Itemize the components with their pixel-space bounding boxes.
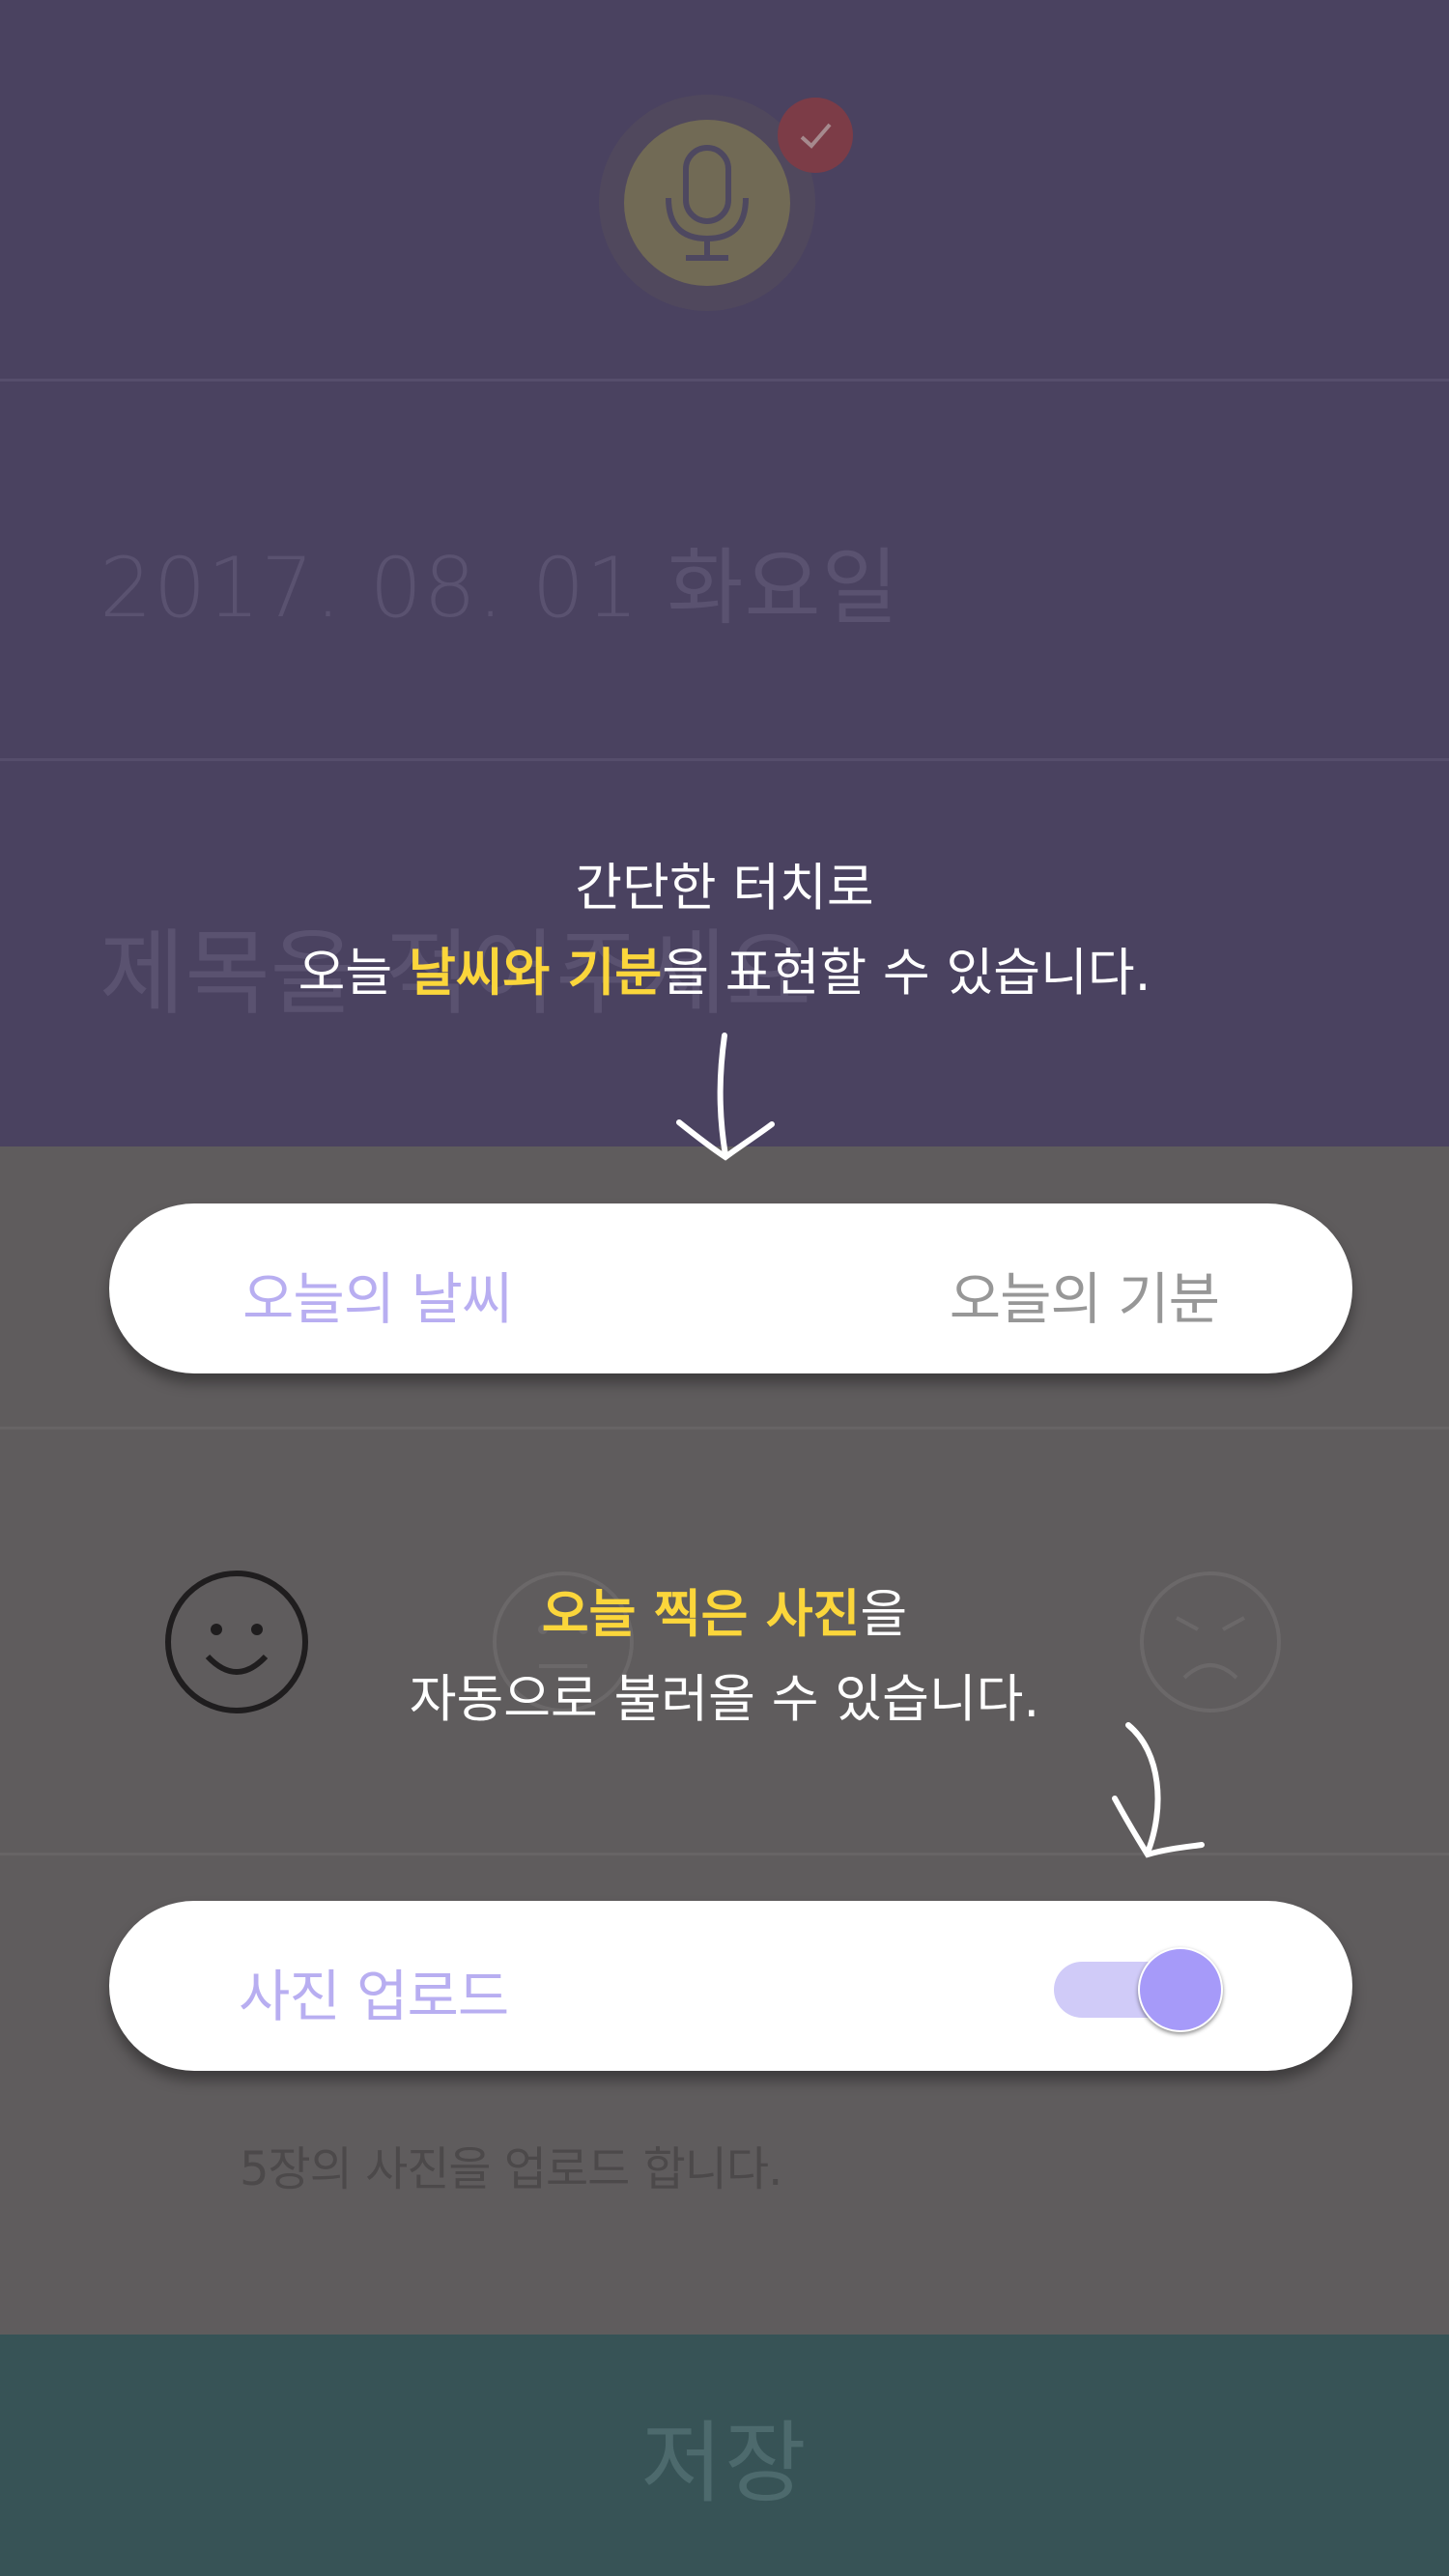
divider bbox=[0, 1853, 1449, 1855]
tab-mood[interactable]: 오늘의 기분 bbox=[950, 1254, 1220, 1335]
upload-note: 5장의 사진을 업로드 합니다. bbox=[240, 2142, 782, 2196]
coach-text: 오늘 bbox=[298, 944, 409, 1003]
toggle-knob[interactable] bbox=[1138, 1947, 1223, 2032]
coach-highlight: 오늘 찍은 사진 bbox=[541, 1585, 861, 1644]
microphone-icon bbox=[666, 145, 749, 261]
tab-weather[interactable]: 오늘의 날씨 bbox=[242, 1254, 513, 1335]
coach-text: 을 표현할 수 있습니다. bbox=[662, 944, 1151, 1003]
check-badge bbox=[778, 98, 853, 173]
coach-text-line: 오늘 찍은 사진을 bbox=[0, 1584, 1449, 1646]
coach-text: 을 bbox=[860, 1585, 908, 1644]
coach-text-line: 간단한 터치로 bbox=[575, 859, 874, 918]
divider bbox=[0, 758, 1449, 761]
divider bbox=[0, 379, 1449, 382]
check-icon bbox=[800, 123, 832, 149]
mic-button[interactable] bbox=[624, 120, 790, 286]
coach-text-line: 자동으로 불러올 수 있습니다. bbox=[409, 1670, 1040, 1729]
coach-text-line: 오늘 날씨와 기분을 표현할 수 있습니다. bbox=[0, 943, 1449, 1005]
save-button[interactable]: 저장 bbox=[0, 2335, 1449, 2576]
diary-date: 2017. 08. 01 화요일 bbox=[99, 540, 899, 637]
photo-upload-row: 사진 업로드 bbox=[109, 1901, 1352, 2071]
coach-highlight: 날씨와 기분 bbox=[408, 944, 663, 1003]
weather-mood-tabs: 오늘의 날씨 오늘의 기분 bbox=[109, 1203, 1352, 1373]
arrow-down-icon bbox=[676, 1033, 775, 1161]
photo-upload-label: 사진 업로드 bbox=[239, 1964, 509, 2029]
curved-arrow-icon bbox=[1112, 1722, 1205, 1858]
save-label: 저장 bbox=[640, 2411, 809, 2515]
divider bbox=[0, 1427, 1449, 1430]
